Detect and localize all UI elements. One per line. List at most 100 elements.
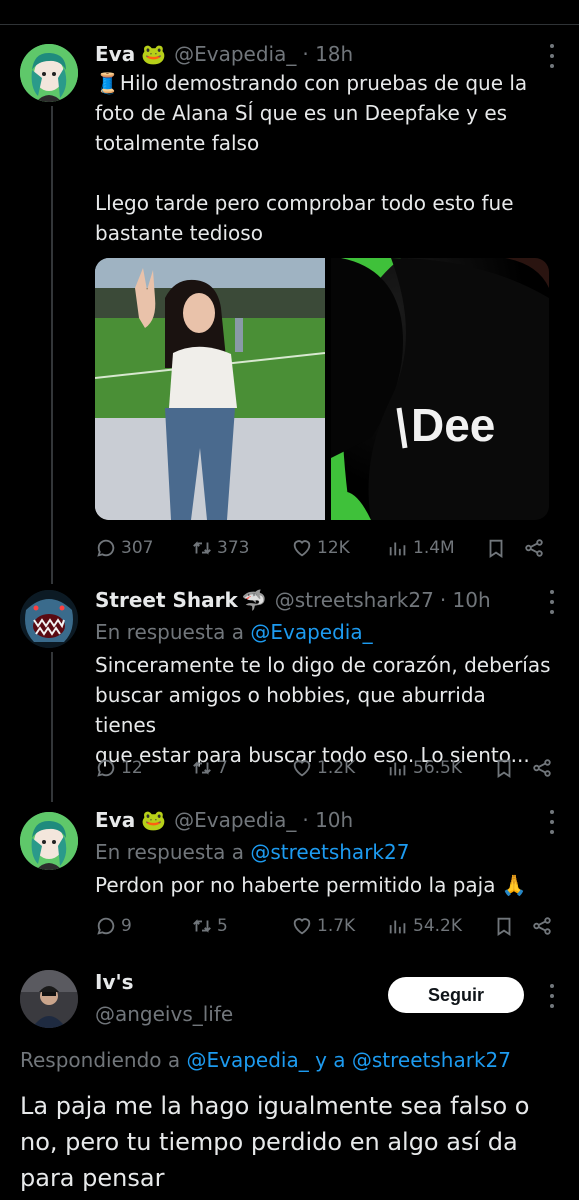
frog-emoji: 🐸 xyxy=(141,42,167,66)
text-line: 🧵Hilo demostrando con pruebas de que la xyxy=(95,71,528,95)
views-count: 54.2K xyxy=(413,916,462,936)
reply-handle-link[interactable]: @Evapedia_ xyxy=(250,620,372,644)
share-button[interactable] xyxy=(531,915,553,937)
share-button[interactable] xyxy=(531,757,553,779)
more-icon[interactable] xyxy=(549,44,555,68)
views-button[interactable]: 56.5K xyxy=(387,757,493,779)
like-button[interactable]: 1.2K xyxy=(291,757,387,779)
reply-handle-link[interactable]: @streetshark27 xyxy=(250,840,409,864)
text-line: buscar amigos o hobbies, que aburrida ti… xyxy=(95,683,486,737)
text-line: Llego tarde pero comprobar todo esto fue xyxy=(95,191,514,215)
share-icon xyxy=(533,759,551,777)
reply-icon xyxy=(97,539,115,557)
views-button[interactable]: 1.4M xyxy=(387,537,485,559)
tweet-actions: 307 373 12K 1.4M xyxy=(95,534,559,562)
author-handle[interactable]: @angeivs_life xyxy=(95,1002,233,1026)
views-count: 1.4M xyxy=(413,538,455,558)
avatar[interactable] xyxy=(20,970,78,1028)
like-icon xyxy=(293,918,311,935)
share-button[interactable] xyxy=(523,537,545,559)
media-photo-stadium[interactable] xyxy=(95,258,325,520)
reply-button[interactable]: 9 xyxy=(95,915,191,937)
share-icon xyxy=(533,917,551,935)
replying-and: y a xyxy=(315,1048,346,1072)
tweet-header: Street Shark 🦈 @streetshark27 · 10h xyxy=(95,588,491,612)
focused-tweet[interactable]: Iv's @angeivs_life Seguir Respondiendo a… xyxy=(0,950,579,1200)
tweet-header: Eva 🐸 @Evapedia_ · 18h xyxy=(95,42,353,66)
tweet-actions: 12 7 1.2K 56.5K xyxy=(95,754,559,782)
text-line: Sinceramente te lo digo de corazón, debe… xyxy=(95,653,551,677)
like-count: 12K xyxy=(317,538,350,558)
replying-handle-1[interactable]: @Evapedia_ xyxy=(186,1048,308,1072)
views-icon xyxy=(389,542,406,556)
views-icon xyxy=(389,762,406,776)
tweet-1[interactable]: Eva 🐸 @Evapedia_ · 18h 🧵Hilo demostrando… xyxy=(0,0,579,580)
media-text: Dee xyxy=(411,399,495,451)
reply-label: En respuesta a xyxy=(95,840,244,864)
bookmark-icon xyxy=(497,759,511,778)
more-icon[interactable] xyxy=(549,590,555,614)
bookmark-button[interactable] xyxy=(485,537,523,559)
avatar[interactable] xyxy=(20,812,78,870)
focused-handle-row: @angeivs_life xyxy=(95,1002,233,1026)
reply-button[interactable]: 12 xyxy=(95,757,191,779)
retweet-icon xyxy=(193,761,211,775)
author-name[interactable]: Street Shark xyxy=(95,588,238,612)
media-photo-closeup[interactable]: Dee xyxy=(331,258,549,520)
author-name[interactable]: Iv's xyxy=(95,970,134,994)
replying-label: Respondiendo a xyxy=(20,1048,181,1072)
reply-count: 12 xyxy=(121,758,143,778)
reply-button[interactable]: 307 xyxy=(95,537,191,559)
bookmark-icon xyxy=(497,917,511,936)
views-button[interactable]: 54.2K xyxy=(387,915,493,937)
retweet-icon xyxy=(193,541,211,555)
replying-handle-2[interactable]: @streetshark27 xyxy=(352,1048,511,1072)
shark-emoji: 🦈 xyxy=(241,588,267,612)
author-name[interactable]: Eva xyxy=(95,808,135,832)
reply-count: 9 xyxy=(121,916,132,936)
reply-label: En respuesta a xyxy=(95,620,244,644)
author-name[interactable]: Eva xyxy=(95,42,135,66)
author-handle[interactable]: @streetshark27 xyxy=(275,588,434,612)
tweet-media[interactable]: Dee xyxy=(95,258,549,520)
timestamp[interactable]: · 10h xyxy=(440,588,491,612)
retweet-count: 7 xyxy=(217,758,228,778)
bookmark-button[interactable] xyxy=(493,915,531,937)
like-icon xyxy=(293,760,311,777)
tweet-text: 🧵Hilo demostrando con pruebas de que la … xyxy=(95,68,553,248)
retweet-button[interactable]: 373 xyxy=(191,537,291,559)
more-icon[interactable] xyxy=(549,984,555,1008)
like-button[interactable]: 1.7K xyxy=(291,915,387,937)
replying-to: Respondiendo a @Evapedia_ y a @streetsha… xyxy=(20,1048,511,1072)
text-line: foto de Alana SÍ que es un Deepfake y es xyxy=(95,101,508,125)
avatar[interactable] xyxy=(20,590,78,648)
like-count: 1.7K xyxy=(317,916,356,936)
text-line: para pensar xyxy=(20,1164,165,1192)
reply-count: 307 xyxy=(121,538,154,558)
like-icon xyxy=(293,540,311,557)
reply-context: En respuesta a @streetshark27 xyxy=(95,840,409,864)
bookmark-button[interactable] xyxy=(493,757,531,779)
timestamp[interactable]: · 10h xyxy=(302,808,353,832)
author-handle[interactable]: @Evapedia_ xyxy=(174,42,296,66)
avatar[interactable] xyxy=(20,44,78,102)
follow-button[interactable]: Seguir xyxy=(388,977,524,1013)
retweet-count: 373 xyxy=(217,538,250,558)
retweet-icon xyxy=(193,919,211,933)
retweet-button[interactable]: 7 xyxy=(191,757,291,779)
retweet-count: 5 xyxy=(217,916,228,936)
like-button[interactable]: 12K xyxy=(291,537,387,559)
text-line: bastante tedioso xyxy=(95,221,263,245)
author-handle[interactable]: @Evapedia_ xyxy=(174,808,296,832)
reply-icon xyxy=(97,759,115,777)
tweet-actions: 9 5 1.7K 54.2K xyxy=(95,912,559,940)
focused-text: La paja me la hago igualmente sea falso … xyxy=(20,1088,553,1196)
retweet-button[interactable]: 5 xyxy=(191,915,291,937)
like-count: 1.2K xyxy=(317,758,356,778)
more-icon[interactable] xyxy=(549,810,555,834)
tweet-2[interactable]: Street Shark 🦈 @streetshark27 · 10h En r… xyxy=(0,580,579,800)
tweet-text: Perdon por no haberte permitido la paja … xyxy=(95,870,553,900)
timestamp[interactable]: · 18h xyxy=(302,42,353,66)
tweet-3[interactable]: Eva 🐸 @Evapedia_ · 10h En respuesta a @s… xyxy=(0,800,579,950)
